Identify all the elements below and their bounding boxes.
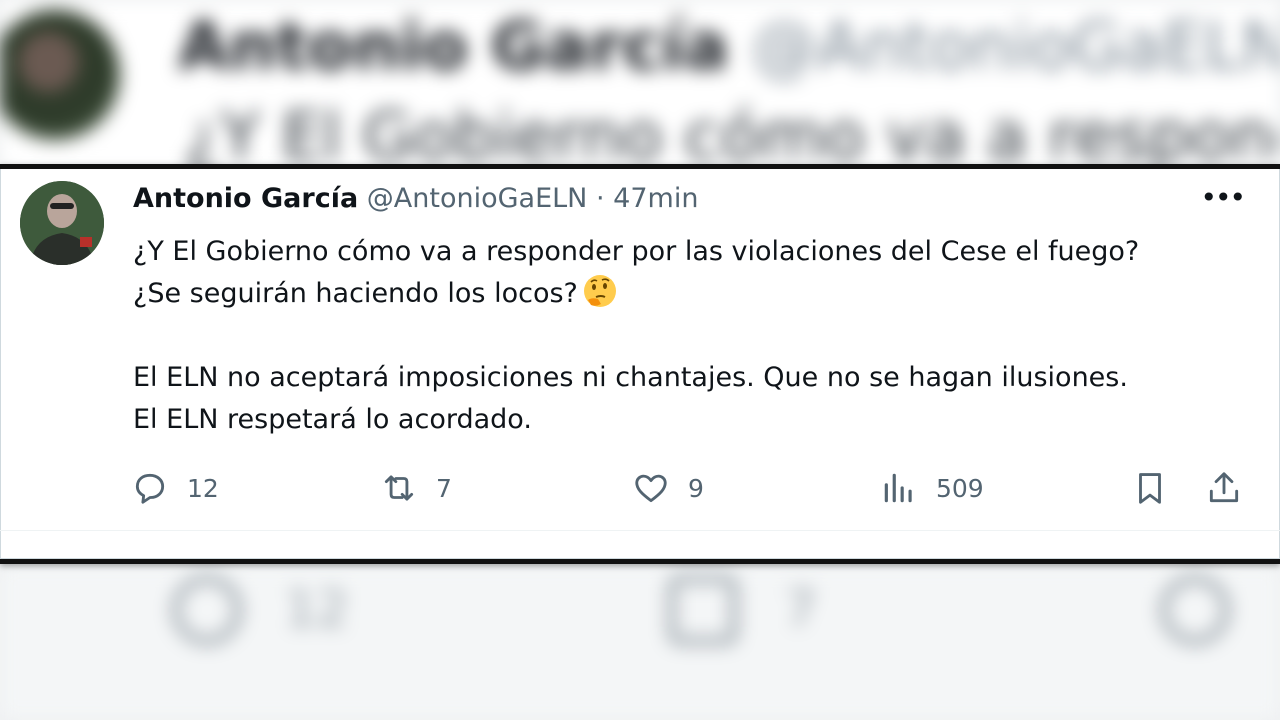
more-options-icon[interactable]: ••• bbox=[1200, 181, 1246, 214]
views-bar-chart-icon bbox=[884, 473, 912, 503]
share-button[interactable] bbox=[1205, 469, 1243, 507]
tweet-line: ¿Y El Gobierno cómo va a responder por l… bbox=[133, 236, 1140, 267]
avatar[interactable] bbox=[20, 181, 104, 265]
reply-icon bbox=[135, 473, 165, 504]
blurred-handle: @AntonioGaELN · 47m bbox=[751, 8, 1280, 85]
bookmark-button[interactable] bbox=[1131, 469, 1169, 507]
separator-dot: · bbox=[595, 183, 605, 214]
blurred-reply-count: 12 bbox=[285, 580, 349, 638]
divider bbox=[0, 530, 1280, 531]
blurred-title: Antonio García @AntonioGaELN · 47m bbox=[178, 8, 1280, 85]
tweet-header: Antonio García @AntonioGaELN · 47min bbox=[133, 183, 698, 214]
blurred-retweet-icon bbox=[668, 575, 738, 645]
tweet-text: ¿Y El Gobierno cómo va a responder por l… bbox=[133, 231, 1253, 441]
tweet-line: El ELN no aceptará imposiciones ni chant… bbox=[133, 362, 1128, 393]
author-name[interactable]: Antonio García bbox=[133, 183, 358, 214]
tweet-line: ¿Se seguirán haciendo los locos? bbox=[133, 278, 578, 309]
blurred-retweet-count: 7 bbox=[785, 580, 817, 638]
action-bar: 12 7 9 509 bbox=[0, 469, 1280, 519]
avatar-image bbox=[20, 181, 104, 265]
views-count: 509 bbox=[936, 473, 984, 503]
tweet-line-with-emoji: ¿Se seguirán haciendo los locos? bbox=[133, 273, 1253, 315]
views-button[interactable]: 509 bbox=[880, 469, 984, 507]
tweet-line: El ELN respetará lo acordado. bbox=[133, 404, 532, 435]
like-button[interactable]: 9 bbox=[632, 469, 704, 507]
blurred-reply-icon bbox=[172, 575, 242, 645]
bookmark-icon bbox=[1139, 473, 1161, 504]
author-handle[interactable]: @AntonioGaELN bbox=[367, 183, 588, 214]
share-icon bbox=[1209, 472, 1239, 503]
heart-icon bbox=[635, 474, 667, 503]
reply-button[interactable]: 12 bbox=[131, 469, 219, 507]
timestamp[interactable]: 47min bbox=[613, 183, 698, 214]
tweet-card: Antonio García @AntonioGaELN · 47min •••… bbox=[0, 164, 1280, 564]
blurred-author-name: Antonio García bbox=[178, 8, 729, 85]
retweet-icon bbox=[384, 475, 414, 501]
thinking-face-icon bbox=[583, 275, 616, 307]
blurred-like-icon bbox=[1160, 575, 1230, 645]
retweet-button[interactable]: 7 bbox=[380, 469, 452, 507]
retweet-count: 7 bbox=[436, 473, 452, 503]
reply-count: 12 bbox=[187, 473, 219, 503]
like-count: 9 bbox=[688, 473, 704, 503]
